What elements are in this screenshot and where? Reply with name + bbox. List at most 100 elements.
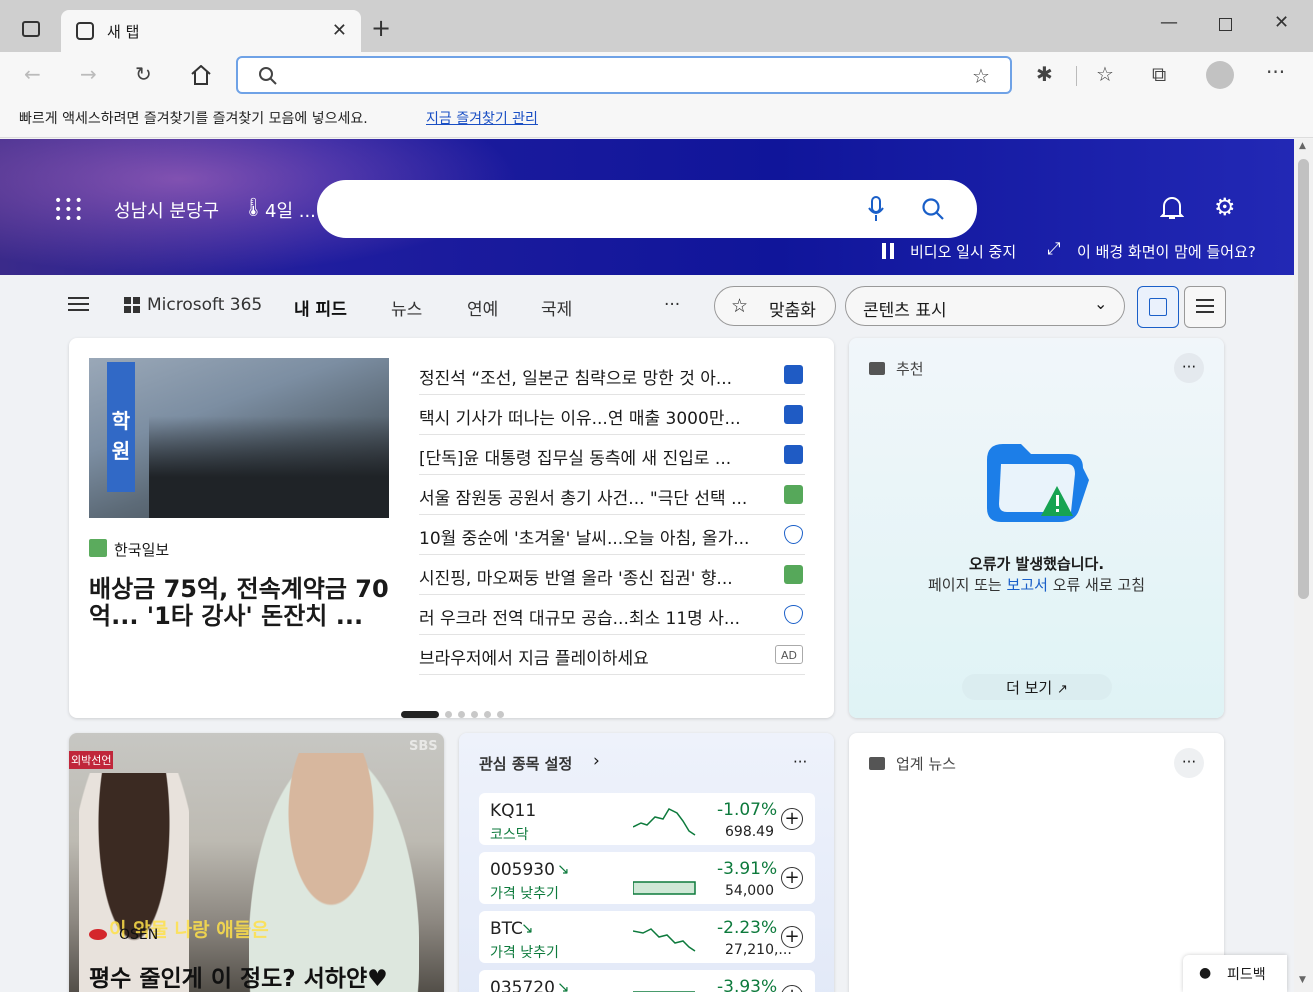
headline-item[interactable]: [단독]윤 대통령 집무실 동측에 새 진입로 ...: [419, 435, 805, 475]
pager-dot[interactable]: [497, 711, 504, 718]
content-visibility-select[interactable]: 콘텐츠 표시 ⌄: [845, 286, 1125, 326]
tab-new-tab[interactable]: 새 탭 ✕: [61, 10, 361, 52]
watchlist-title[interactable]: 관심 종목 설정: [479, 753, 572, 774]
page-scrollbar[interactable]: ▲ ▼: [1294, 139, 1313, 992]
industry-more-button[interactable]: ···: [1174, 748, 1204, 778]
close-tab-icon[interactable]: ✕: [332, 20, 347, 41]
top-story-headline[interactable]: 배상금 75억, 전속계약금 70억... '1타 강사' 돈잔치 ...: [89, 576, 389, 630]
like-background-label[interactable]: 이 배경 화면이 맘에 들어요?: [1077, 241, 1256, 262]
title-bar: 새 탭 ✕ + — ✕: [0, 0, 1313, 52]
forward-icon[interactable]: →: [80, 62, 97, 86]
headline-item[interactable]: 서울 잠원동 공원서 총기 사건... "극단 선택 ...: [419, 475, 805, 515]
video-headline[interactable]: 평수 줄인게 이 정도? 서하얀♥: [89, 959, 388, 992]
headline-text: 정진석 “조선, 일본군 침략으로 망한 것 아...: [419, 369, 733, 389]
tab-news[interactable]: 뉴스: [391, 295, 422, 320]
tab-entertainment[interactable]: 연예: [467, 295, 498, 320]
more-tabs-button[interactable]: ···: [664, 295, 680, 315]
collections-icon[interactable]: ⧉: [1152, 62, 1166, 86]
address-bar[interactable]: ☆: [236, 56, 1012, 94]
settings-more-icon[interactable]: ···: [1266, 60, 1285, 84]
close-window-icon[interactable]: ✕: [1274, 12, 1289, 33]
tab-my-feed[interactable]: 내 피드: [294, 295, 347, 320]
stock-change-percent: -1.07%: [717, 800, 778, 820]
pager-dot[interactable]: [445, 711, 452, 718]
new-tab-button[interactable]: +: [371, 14, 391, 42]
weather-label[interactable]: 4일 ...: [265, 197, 316, 223]
briefcase-icon: [869, 757, 885, 770]
stock-subtitle: 가격 낮추기: [490, 886, 559, 902]
home-icon[interactable]: [190, 65, 212, 85]
carousel-pager[interactable]: [401, 703, 504, 722]
maximize-icon[interactable]: [1219, 18, 1232, 31]
scrollbar-thumb[interactable]: [1298, 159, 1309, 599]
add-favorite-icon[interactable]: ☆: [972, 64, 990, 88]
refresh-icon[interactable]: ↻: [135, 62, 152, 86]
stock-change-percent: -3.93%: [717, 977, 778, 992]
see-more-button[interactable]: 더 보기 ↗: [962, 674, 1112, 700]
report-link[interactable]: 보고서: [1007, 576, 1048, 594]
headline-item[interactable]: 러 우크라 전역 대규모 공습...최소 11명 사...: [419, 595, 805, 635]
page-settings-icon[interactable]: ⚙: [1214, 193, 1236, 221]
search-submit-icon[interactable]: [921, 197, 945, 221]
stock-row[interactable]: 005930 ↘ 가격 낮추기 -3.91% 54,000 +: [479, 852, 815, 904]
tab-actions-icon[interactable]: [22, 21, 40, 37]
video-person-center: [249, 753, 419, 992]
manage-favorites-link[interactable]: 지금 즐겨찾기 관리: [426, 108, 538, 128]
add-stock-icon[interactable]: +: [781, 808, 803, 830]
pause-icon[interactable]: [882, 243, 886, 259]
stock-row[interactable]: BTC ↘ 가격 낮추기 -2.23% 27,210,... +: [479, 911, 815, 963]
briefcase-icon: [869, 362, 885, 375]
stock-symbol: BTC: [490, 919, 523, 939]
top-story-image[interactable]: 학원: [89, 358, 389, 518]
stock-price: 27,210,...: [725, 942, 792, 958]
chevron-right-icon[interactable]: ›: [593, 751, 600, 771]
pager-dot-active[interactable]: [401, 711, 439, 718]
error-message-post: 오류 새로 고침: [1047, 576, 1146, 594]
list-layout-button[interactable]: [1184, 286, 1226, 328]
headline-item[interactable]: 택시 기사가 떠나는 이유...연 매출 3000만...: [419, 395, 805, 435]
headline-item[interactable]: 시진핑, 마오쩌둥 반열 올라 '종신 집권' 향...: [419, 555, 805, 595]
headline-item[interactable]: 브라우저에서 지금 플레이하세요 AD: [419, 635, 805, 675]
extensions-icon[interactable]: ✱: [1036, 62, 1053, 86]
pager-dot[interactable]: [484, 711, 491, 718]
headline-text: 러 우크라 전역 대규모 공습...최소 11명 사...: [419, 609, 741, 629]
microphone-icon[interactable]: [867, 196, 885, 222]
video-badge: 외박선언: [69, 751, 114, 769]
stock-row[interactable]: KQ11 코스닥 -1.07% 698.49 +: [479, 793, 815, 845]
location-label[interactable]: 성남시 분당구: [114, 197, 219, 223]
headline-text: [단독]윤 대통령 집무실 동측에 새 진입로 ...: [419, 449, 732, 469]
back-icon[interactable]: ←: [24, 62, 41, 86]
notification-bell-icon[interactable]: [1160, 195, 1184, 221]
top-story-source: 한국일보: [114, 541, 170, 559]
divider: [1076, 66, 1077, 86]
tab-world[interactable]: 국제: [541, 295, 572, 320]
stock-row[interactable]: 035720↘ -3.93%+: [479, 970, 815, 992]
thermometer-icon: 🌡: [242, 197, 265, 218]
feedback-button[interactable]: ● 피드백: [1183, 955, 1287, 992]
profile-avatar[interactable]: [1206, 61, 1234, 89]
add-stock-icon[interactable]: +: [781, 926, 803, 948]
microsoft365-link[interactable]: Microsoft 365: [147, 295, 262, 315]
pager-dot[interactable]: [458, 711, 465, 718]
add-stock-icon[interactable]: +: [781, 867, 803, 889]
favorites-icon[interactable]: ☆: [1096, 62, 1114, 86]
apps-grid-icon[interactable]: ••• ••• •••: [54, 194, 85, 226]
stock-symbol: 035720: [490, 978, 555, 992]
watchlist-more-button[interactable]: ···: [793, 753, 807, 771]
minimize-icon[interactable]: —: [1160, 12, 1178, 33]
headline-item[interactable]: 10월 중순에 '초겨울' 날씨...오늘 아침, 올가...: [419, 515, 805, 555]
trend-down-icon: ↘: [521, 919, 534, 937]
scroll-up-icon[interactable]: ▲: [1299, 141, 1306, 151]
recommend-card: 추천 ··· 오류가 발생했습니다. 페이지 또는 보고서 오류 새로 고침 더…: [849, 338, 1224, 718]
scroll-down-icon[interactable]: ▼: [1299, 975, 1306, 985]
add-stock-icon[interactable]: +: [781, 985, 803, 992]
menu-icon[interactable]: [68, 297, 89, 299]
pause-video-label[interactable]: 비디오 일시 중지: [910, 241, 1016, 262]
recommend-more-button[interactable]: ···: [1174, 353, 1204, 383]
pager-dot[interactable]: [471, 711, 478, 718]
personalize-button[interactable]: ☆ 맞춤화: [714, 286, 836, 326]
video-story-card[interactable]: 외박선언 SBS 이 악물 나랑 애들은 OSEN 평수 줄인게 이 정도? 서…: [69, 733, 444, 992]
headline-item[interactable]: 정진석 “조선, 일본군 침략으로 망한 것 아...: [419, 355, 805, 395]
web-search-box[interactable]: [317, 180, 977, 238]
headline-text: 서울 잠원동 공원서 총기 사건... "극단 선택 ...: [419, 489, 748, 509]
